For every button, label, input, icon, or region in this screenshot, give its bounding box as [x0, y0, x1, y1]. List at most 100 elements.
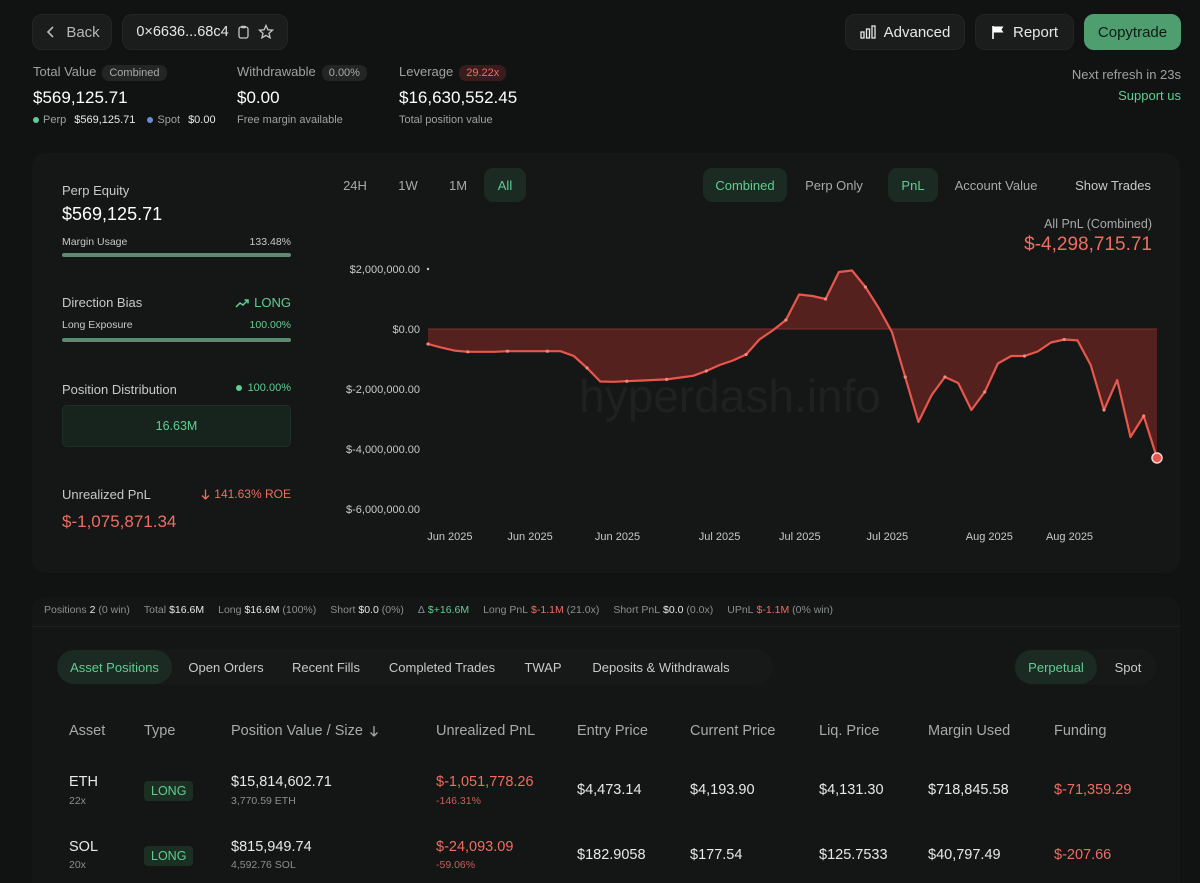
metric-tab-account-value[interactable]: Account Value: [948, 168, 1044, 202]
range-tab-1m[interactable]: 1M: [438, 168, 478, 202]
pnl-data-point: [1102, 408, 1106, 412]
pnl-data-point: [824, 297, 828, 301]
trending-up-icon: [235, 298, 249, 308]
copy-icon[interactable]: [237, 25, 250, 39]
total-value-block: Total Value Combined $569,125.71 Perp $56…: [33, 64, 216, 126]
pnl-data-point: [426, 342, 430, 346]
stat-item: Long PnL $-1.1M (21.0x): [483, 604, 599, 616]
tab-perpetual[interactable]: Perpetual: [1015, 650, 1097, 684]
report-button[interactable]: Report: [975, 14, 1074, 50]
range-tab-24h[interactable]: 24H: [334, 168, 376, 202]
margin-usage-bar: [62, 253, 291, 257]
advanced-button[interactable]: Advanced: [845, 14, 965, 50]
col-position-value[interactable]: Position Value / Size: [231, 723, 379, 739]
tab-open-orders[interactable]: Open Orders: [180, 650, 272, 684]
pnl-data-point: [943, 375, 947, 379]
stat-label: Δ: [417, 604, 425, 616]
row1-leverage: 22x: [69, 795, 86, 807]
row2-entry: $182.9058: [577, 847, 646, 863]
stat-value: $16.6M: [169, 604, 205, 616]
unrealized-pnl-roe-value: 141.63% ROE: [214, 487, 291, 501]
bar-chart-icon: [859, 25, 876, 39]
direction-bias-value: LONG: [254, 295, 291, 310]
stat-value: $-1.1M: [756, 604, 790, 616]
leverage-badge: 29.22x: [459, 65, 507, 81]
unrealized-pnl-label: Unrealized PnL: [62, 487, 151, 502]
star-icon[interactable]: [257, 24, 274, 40]
x-tick-label: Jul 2025: [866, 531, 908, 543]
pnl-data-point: [903, 375, 907, 379]
row1-upnl: $-1,051,778.26: [436, 774, 534, 790]
spot-dot: [147, 117, 154, 123]
withdrawable-sub: Free margin available: [237, 114, 343, 126]
metric-tab-pnl[interactable]: PnL: [888, 168, 938, 202]
tab-completed-trades[interactable]: Completed Trades: [380, 650, 504, 684]
pnl-data-point: [863, 285, 868, 289]
arrow-down-icon: [201, 489, 210, 500]
margin-usage-label: Margin Usage: [62, 236, 128, 248]
row2-leverage: 20x: [69, 859, 86, 871]
tab-deposits-withdrawals[interactable]: Deposits & Withdrawals: [582, 650, 740, 684]
show-trades-button[interactable]: Show Trades: [1066, 168, 1160, 202]
long-exposure-bar: [62, 338, 291, 342]
chevron-left-icon: [47, 26, 54, 38]
leverage-sub: Total position value: [399, 114, 493, 126]
pnl-data-point: [625, 379, 629, 383]
leverage-block: Leverage 29.22x $16,630,552.45 Total posi…: [399, 64, 517, 126]
leverage-label: Leverage: [399, 64, 454, 79]
stat-label: Long: [218, 604, 242, 616]
row2-asset: SOL: [69, 839, 99, 855]
long-exposure-label: Long Exposure: [62, 319, 133, 331]
withdrawable-label: Withdrawable: [237, 64, 316, 79]
tab-asset-positions[interactable]: Asset Positions: [57, 650, 172, 684]
col-funding: Funding: [1054, 723, 1107, 739]
tab-twap[interactable]: TWAP: [514, 650, 572, 684]
col-position-value-label: Position Value / Size: [231, 723, 363, 739]
row2-margin: $40,797.49: [928, 847, 1001, 863]
distribution-bar[interactable]: 16.63M: [62, 405, 291, 447]
flag-icon: [992, 25, 1004, 39]
stat-value: $0.0: [663, 604, 684, 616]
row2-position-value: $815,949.74: [231, 839, 312, 855]
copytrade-button[interactable]: Copytrade: [1084, 14, 1181, 50]
pnl-data-point: [704, 369, 708, 373]
stat-item: Short $0.0 (0%): [330, 604, 404, 616]
row1-liq: $4,131.30: [819, 782, 884, 798]
mode-tab-perp-only[interactable]: Perp Only: [796, 168, 872, 202]
stat-label: Long PnL: [483, 604, 529, 616]
leverage-value: $16,630,552.45: [399, 88, 518, 107]
x-tick-label: Jun 2025: [427, 531, 472, 543]
tab-recent-fills[interactable]: Recent Fills: [282, 650, 370, 684]
position-distribution-label: Position Distribution: [62, 382, 177, 397]
back-button[interactable]: Back: [32, 14, 112, 50]
range-tab-1w[interactable]: 1W: [388, 168, 428, 202]
support-link[interactable]: Support us: [1118, 88, 1181, 103]
pnl-title: All PnL (Combined): [1044, 217, 1152, 231]
pnl-data-point: [505, 349, 510, 353]
stat-label: Total: [143, 604, 167, 616]
total-value: $569,125.71: [33, 88, 128, 107]
withdrawable-value: $0.00: [237, 88, 280, 107]
distribution-bar-label: 16.63M: [155, 419, 198, 433]
stats-row: Positions 2 (0 win) Total $16.6M Long $16.6M …: [44, 604, 847, 616]
pnl-data-point: [466, 350, 470, 354]
report-label: Report: [1012, 23, 1059, 41]
copytrade-label: Copytrade: [1097, 23, 1168, 41]
pnl-current-point[interactable]: [1151, 452, 1163, 464]
pnl-data-point: [1062, 337, 1066, 342]
range-tab-all[interactable]: All: [484, 168, 526, 202]
col-liq-price: Liq. Price: [819, 723, 880, 739]
perp-equity-label: Perp Equity: [62, 183, 130, 198]
stat-extra: (0% win): [789, 604, 833, 616]
stat-extra: (21.0x): [563, 604, 600, 616]
spot-label: Spot: [157, 114, 181, 126]
stat-label: Positions: [44, 604, 87, 616]
mode-tab-combined[interactable]: Combined: [703, 168, 787, 202]
row1-size: 3,770.59 ETH: [231, 795, 296, 807]
row1-asset: ETH: [69, 774, 98, 790]
tab-spot[interactable]: Spot: [1102, 650, 1154, 684]
row1-type-badge: LONG: [144, 781, 194, 801]
withdrawable-block: Withdrawable 0.00% $0.00 Free margin avai…: [237, 64, 367, 126]
row1-margin: $718,845.58: [928, 782, 1009, 798]
refresh-text: Next refresh in 23s: [1071, 67, 1181, 82]
